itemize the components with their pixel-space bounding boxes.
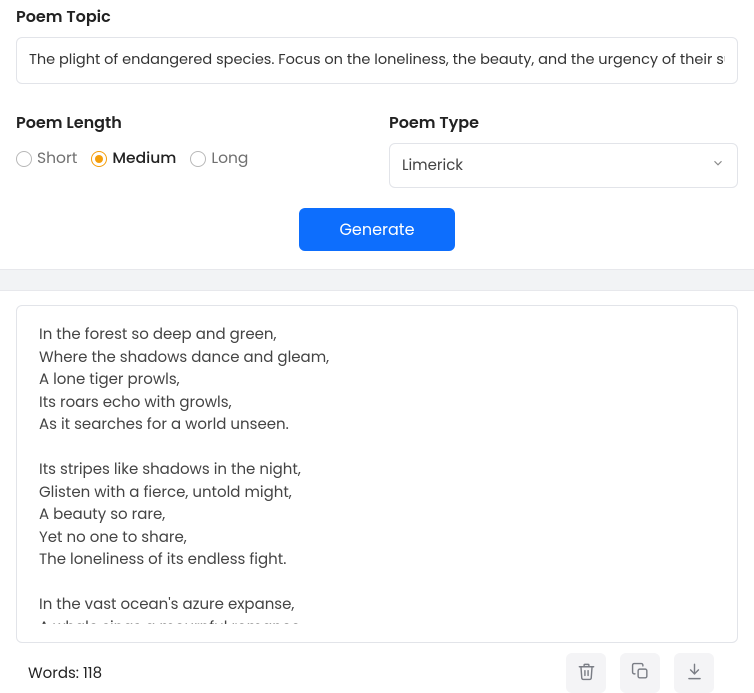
radio-icon <box>190 151 206 167</box>
length-option-long[interactable]: Long <box>190 147 248 170</box>
chevron-down-icon <box>711 154 725 177</box>
length-option-label: Medium <box>112 147 176 170</box>
length-label: Poem Length <box>16 110 365 135</box>
length-radio-group: Short Medium Long <box>16 147 365 170</box>
length-option-label: Short <box>37 147 77 170</box>
type-selected-value: Limerick <box>402 154 463 177</box>
trash-icon <box>577 662 596 684</box>
type-select[interactable]: Limerick <box>389 143 738 188</box>
download-button[interactable] <box>674 653 714 693</box>
type-label: Poem Type <box>389 110 738 135</box>
download-icon <box>685 662 704 684</box>
radio-icon <box>91 151 107 167</box>
topic-label: Poem Topic <box>16 4 738 29</box>
output-text[interactable]: In the forest so deep and green, Where t… <box>39 324 715 624</box>
topic-input[interactable] <box>16 37 738 84</box>
length-option-label: Long <box>211 147 248 170</box>
copy-icon <box>631 662 650 684</box>
output-actions <box>566 653 714 693</box>
generate-button[interactable]: Generate <box>299 208 454 251</box>
output-box: In the forest so deep and green, Where t… <box>16 305 738 643</box>
length-option-short[interactable]: Short <box>16 147 77 170</box>
copy-button[interactable] <box>620 653 660 693</box>
length-option-medium[interactable]: Medium <box>91 147 176 170</box>
delete-button[interactable] <box>566 653 606 693</box>
section-divider <box>0 269 754 291</box>
radio-icon <box>16 151 32 167</box>
word-count: Words: 118 <box>28 662 102 685</box>
